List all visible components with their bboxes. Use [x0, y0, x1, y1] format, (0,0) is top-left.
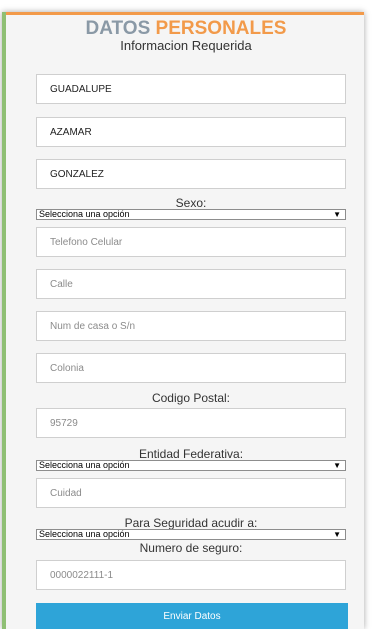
dropdown-arrow-icon: ▼: [333, 461, 341, 470]
dropdown-arrow-icon: ▼: [333, 210, 341, 219]
sexo-select[interactable]: Selecciona una opción ▼: [36, 209, 346, 220]
title-word-personales: PERSONALES: [155, 18, 287, 39]
card-left-accent: [2, 12, 6, 629]
numero-seguro-field[interactable]: 0000022111-1: [36, 560, 346, 590]
entidad-label: Entidad Federativa:: [138, 447, 244, 461]
apellido-paterno-field[interactable]: AZAMAR: [36, 117, 346, 147]
title-word-datos: DATOS: [85, 18, 151, 39]
telefono-field[interactable]: Telefono Celular: [36, 227, 346, 257]
sexo-label: Sexo:: [175, 196, 207, 210]
seguridad-select-value: Selecciona una opción: [39, 529, 130, 539]
colonia-field[interactable]: Colonia: [36, 353, 346, 383]
sexo-select-value: Selecciona una opción: [39, 209, 130, 219]
codigo-postal-field[interactable]: 95729: [36, 408, 346, 438]
entidad-select[interactable]: Selecciona una opción ▼: [36, 460, 346, 471]
num-casa-field[interactable]: Num de casa o S/n: [36, 311, 346, 341]
page-subtitle: Informacion Requerida: [120, 38, 252, 53]
entidad-select-value: Selecciona una opción: [39, 460, 130, 470]
dropdown-arrow-icon: ▼: [333, 530, 341, 539]
apellido-materno-field[interactable]: GONZALEZ: [36, 159, 346, 189]
seguridad-select[interactable]: Selecciona una opción ▼: [36, 529, 346, 540]
enviar-datos-button[interactable]: Enviar Datos: [36, 603, 348, 629]
seguridad-label: Para Seguridad acudir a:: [124, 516, 258, 530]
nombre-field[interactable]: GUADALUPE: [36, 74, 346, 104]
ciudad-field[interactable]: Cuidad: [36, 478, 346, 508]
calle-field[interactable]: Calle: [36, 269, 346, 299]
page-title: DATOS PERSONALES: [0, 19, 372, 39]
codigo-postal-label: Codigo Postal:: [151, 391, 231, 405]
numero-seguro-label: Numero de seguro:: [139, 541, 243, 555]
